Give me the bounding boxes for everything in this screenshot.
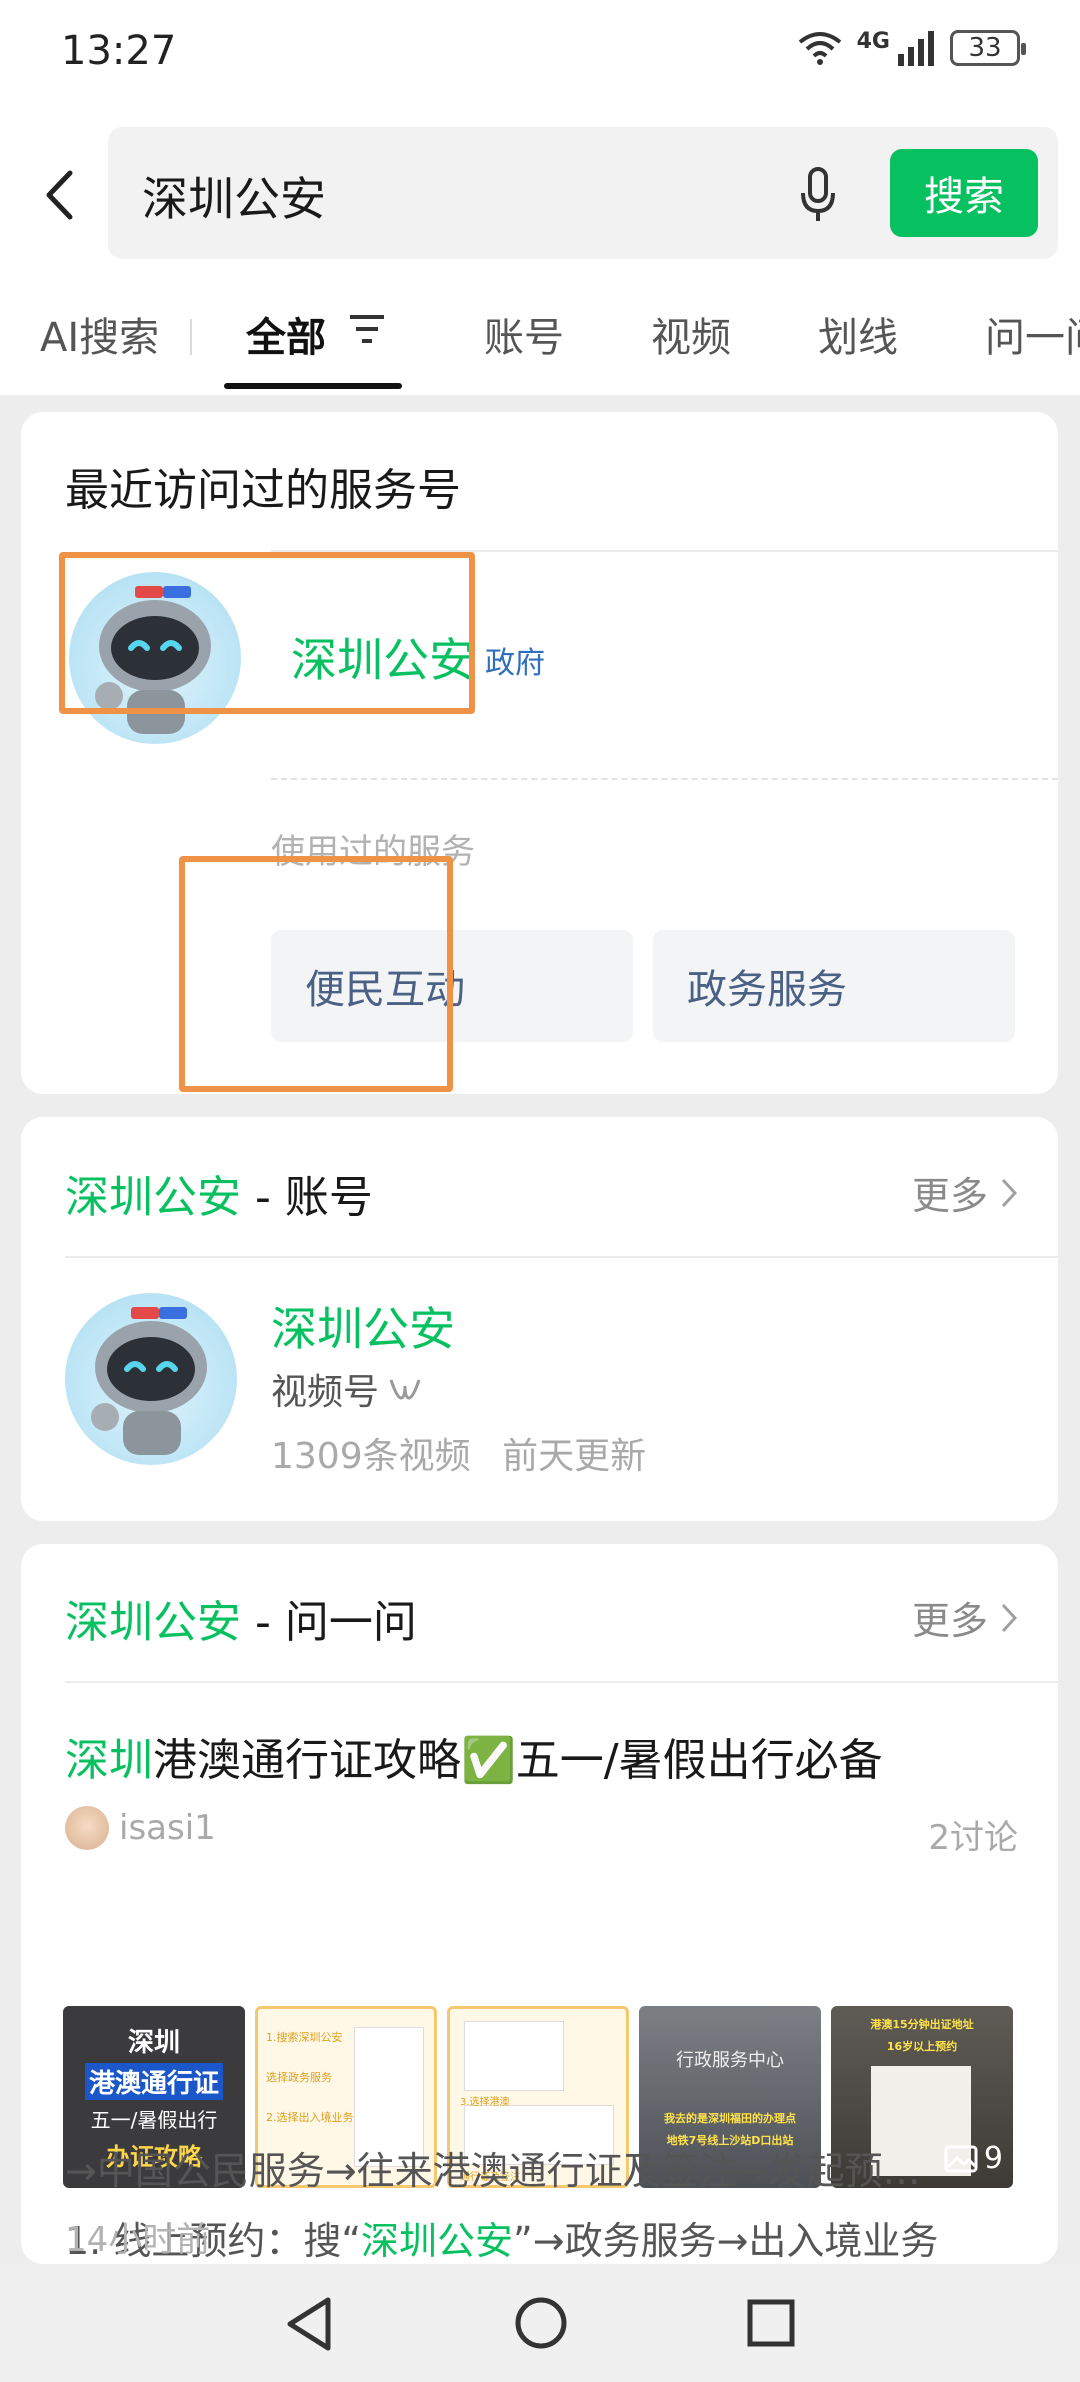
signal-icon [898,31,934,66]
chevron-left-icon [46,170,73,220]
status-time: 13:27 [61,28,177,74]
recent-services-card: 最近访问过的服务号 深圳公安 政府 使用过的服务 便民互动 政务服务 [21,412,1058,1094]
nav-home-icon[interactable] [514,2296,568,2350]
avatar [65,1806,109,1850]
account-name: 深圳公安 [271,1302,455,1356]
tab-separator [190,319,192,355]
tab-accounts[interactable]: 账号 [484,305,564,363]
status-bar: 13:27 4G 33 [0,0,1080,105]
robot-mascot-icon [91,1307,207,1455]
excerpt-suffix: ”→政务服务→出入境业务 [513,2219,939,2263]
thumbnail-text: 选择政务服务 [266,2071,332,2084]
thumbnail-text: 2.选择出入境业务 [266,2111,354,2124]
title-keyword: 深圳公安 [65,1172,241,1223]
account-meta: 1309条视频 前天更新 [271,1427,646,1479]
government-tag: 政府 [485,646,545,681]
updated-time: 前天更新 [502,1436,647,1477]
search-header: 深圳公安 搜索 AI搜索 全部 账号 视频 划线 问一问 [0,105,1080,395]
image-count-badge: 9 [944,2141,1003,2176]
post-author: isasi1 [65,1806,216,1850]
divider [65,1256,1058,1258]
section-title: 最近访问过的服务号 [65,465,461,516]
image-count: 9 [983,2141,1003,2176]
channels-icon [389,1379,421,1400]
avatar [65,1293,237,1465]
section-title: 深圳公安 - 问一问 [65,1586,417,1650]
post-title-text: 港澳通行证攻略✅五一/暑假出行必备 [153,1735,883,1786]
highlight-box-service [179,856,453,1092]
post-time: 14小时前 [65,2220,211,2260]
thumbnail-text: 五一/暑假出行 [90,2108,218,2132]
highlight-box-account [59,552,475,714]
thumbnail-text: 港澳通行证 [84,2063,223,2100]
title-keyword: 深圳公安 [65,1597,241,1648]
filter-icon[interactable] [348,312,386,346]
battery-icon: 33 [950,30,1026,66]
post-title: 深圳港澳通行证攻略✅五一/暑假出行必备 [65,1724,883,1788]
thumbnail-text: 16岁以上预约 [886,2040,958,2053]
active-tab-indicator [224,383,402,389]
back-button[interactable] [34,160,84,230]
thumbnail-text: 我去的是深圳福田的办理点 [664,2112,796,2125]
more-label: 更多 [911,1174,988,1218]
tab-underlines[interactable]: 划线 [818,305,898,363]
tab-qa[interactable]: 问一问 [985,305,1080,363]
tab-all[interactable]: 全部 [246,305,326,363]
more-link[interactable]: 更多 [912,1590,1018,1645]
system-nav-bar [0,2264,1080,2382]
search-query: 深圳公安 [142,172,326,226]
network-type: 4G [856,28,890,54]
more-label: 更多 [911,1599,988,1643]
nav-back-icon[interactable] [284,2296,334,2352]
thumbnail-text: 港澳15分钟出证地址 [870,2018,974,2031]
discussion-count: 2讨论 [928,1818,1018,1858]
more-link[interactable]: 更多 [912,1165,1018,1220]
section-title: 深圳公安 - 账号 [65,1161,373,1225]
thumbnail-text: 3.选择港澳 [460,2097,510,2108]
account-type: 视频号 [271,1363,421,1415]
post-title-keyword: 深圳 [65,1735,153,1786]
excerpt-keyword: 深圳公安 [361,2219,514,2263]
nav-recents-icon[interactable] [746,2298,796,2348]
dashed-divider [271,778,1058,780]
image-icon [944,2145,978,2172]
account-section-card: 深圳公安 - 账号 更多 深圳公安 视频号 1309条视频 前天更新 [21,1117,1058,1521]
status-icons: 4G 33 [797,28,1026,66]
chevron-right-icon [1001,1178,1018,1207]
tab-videos[interactable]: 视频 [651,305,731,363]
post-excerpt-line2: →中国公民服务→往来港澳通行证及签注→发起预… [65,2149,921,2193]
video-count: 1309条视频 [271,1436,471,1477]
account-result-row[interactable]: 深圳公安 视频号 1309条视频 前天更新 [21,1267,1058,1507]
thumbnail-text: 1.搜索深圳公安 [266,2031,343,2044]
wifi-icon [798,32,841,65]
microphone-icon[interactable] [798,165,838,225]
thumbnail-text: 行政服务中心 [676,2050,784,2071]
account-type-label: 视频号 [271,1372,380,1413]
search-input[interactable]: 深圳公安 搜索 [108,127,1058,259]
chevron-right-icon [1001,1603,1018,1632]
search-button[interactable]: 搜索 [890,149,1038,237]
service-button-government[interactable]: 政务服务 [653,930,1015,1042]
tab-ai-search[interactable]: AI搜索 [40,305,159,363]
title-suffix: - 账号 [241,1172,373,1223]
author-name: isasi1 [119,1808,216,1848]
thumbnail-text: 深圳 [127,2028,180,2058]
title-suffix: - 问一问 [241,1597,417,1648]
battery-level: 33 [968,33,1002,63]
